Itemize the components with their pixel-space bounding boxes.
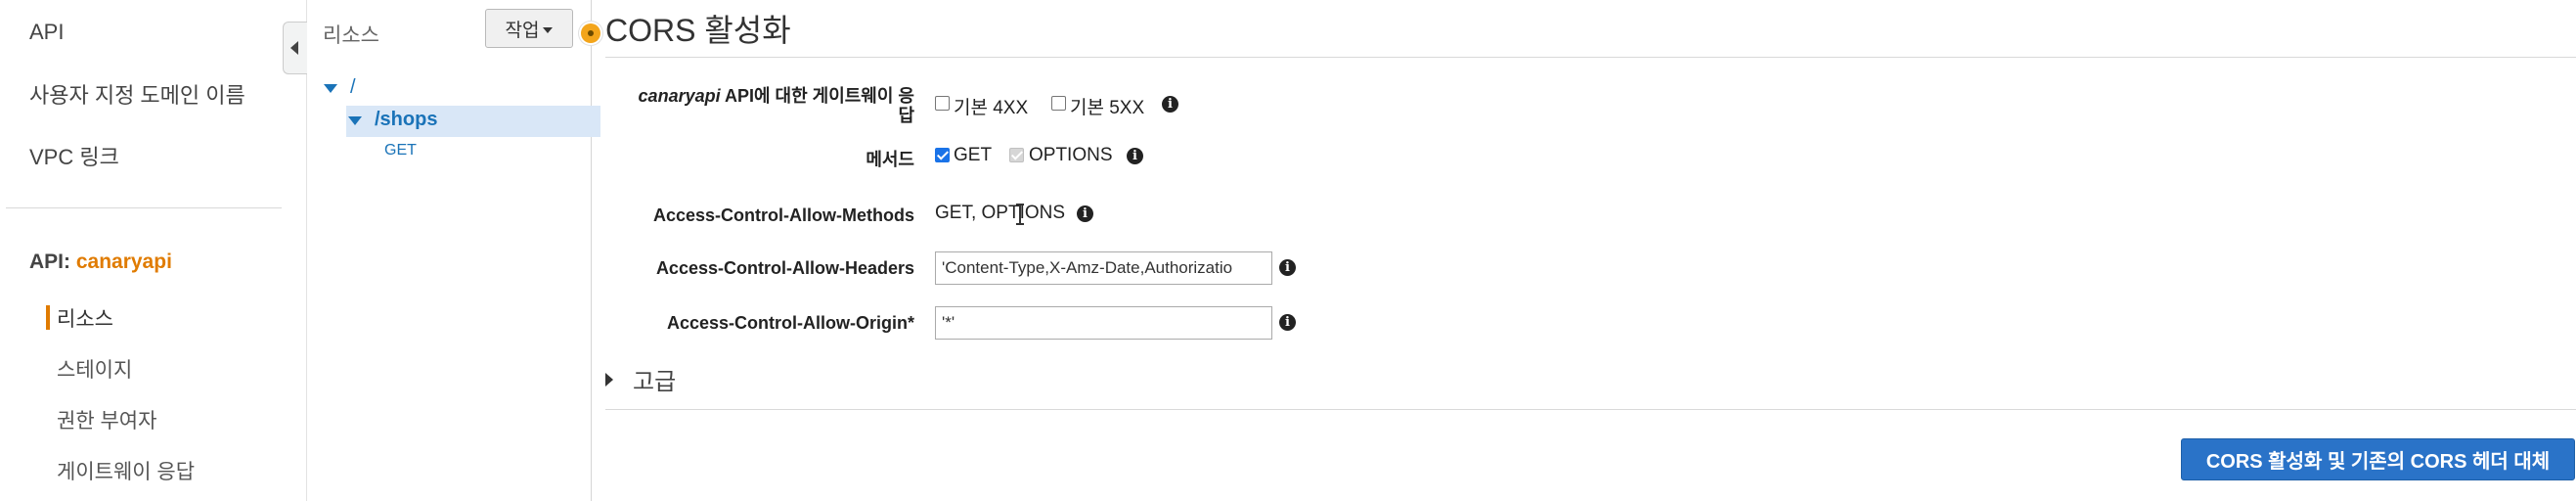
caret-right-icon[interactable] bbox=[605, 373, 613, 387]
info-icon[interactable]: i bbox=[1077, 205, 1093, 222]
resources-title: 리소스 bbox=[323, 24, 379, 47]
allow-origin-input[interactable]: '*' bbox=[935, 306, 1272, 340]
allow-methods-label: Access-Control-Allow-Methods bbox=[652, 205, 914, 225]
default-5xx-label: 기본 5XX bbox=[1070, 98, 1145, 118]
tree-node-root[interactable]: / bbox=[350, 76, 356, 99]
method-get-label: GET bbox=[954, 145, 993, 165]
collapse-left-icon bbox=[290, 41, 298, 55]
info-icon[interactable]: i bbox=[1162, 96, 1178, 113]
allow-methods-value: GET, OPTIONS bbox=[935, 203, 1066, 223]
advanced-toggle[interactable]: 고급 bbox=[633, 362, 676, 396]
text-cursor-icon bbox=[1016, 204, 1024, 225]
default-5xx-checkbox[interactable] bbox=[1051, 96, 1066, 111]
page-title: CORS 활성화 bbox=[605, 13, 791, 48]
api-name[interactable]: canaryapi bbox=[76, 250, 172, 273]
nav-sub-item-stages[interactable]: 스테이지 bbox=[57, 354, 132, 384]
info-icon[interactable]: i bbox=[1127, 148, 1143, 164]
allow-headers-label: Access-Control-Allow-Headers bbox=[655, 258, 914, 278]
caret-down-icon bbox=[543, 27, 554, 34]
tree-node-shops[interactable]: /shops bbox=[375, 109, 437, 131]
enable-cors-button[interactable]: CORS 활성화 및 기존의 CORS 헤더 대체 bbox=[2181, 438, 2575, 480]
gateway-api-name: canaryapi bbox=[638, 86, 721, 106]
collapse-nav-button[interactable] bbox=[283, 22, 307, 74]
nav-link-apis[interactable]: API bbox=[29, 20, 64, 45]
method-options-label: OPTIONS bbox=[1029, 145, 1113, 165]
nav-sub-item-authorizers[interactable]: 권한 부여자 bbox=[57, 405, 156, 434]
caret-down-icon[interactable] bbox=[348, 116, 362, 125]
info-icon[interactable]: i bbox=[1279, 259, 1296, 276]
advanced-divider bbox=[605, 409, 2576, 410]
nav-sub-item-gateway-responses[interactable]: 게이트웨이 응답 bbox=[57, 456, 195, 485]
info-icon[interactable]: i bbox=[1279, 314, 1296, 331]
methods-label: 메서드 bbox=[866, 150, 914, 169]
nav-divider bbox=[6, 207, 282, 208]
caret-down-icon[interactable] bbox=[324, 84, 337, 93]
api-heading: API: canaryapi bbox=[29, 250, 172, 274]
api-heading-label: API: bbox=[29, 250, 70, 273]
method-options-checkbox bbox=[1009, 148, 1024, 162]
main-content: CORS 활성화 canaryapi API에 대한 게이트웨이 응 답 기본 … bbox=[592, 0, 2576, 501]
gateway-label-text-2: 답 bbox=[898, 106, 914, 125]
actions-label: 작업 bbox=[505, 20, 540, 41]
resources-panel: 리소스 작업 / /shops GET bbox=[307, 0, 600, 501]
allow-headers-input[interactable]: 'Content-Type,X-Amz-Date,Authorizatio bbox=[935, 251, 1272, 285]
left-navigation: API 사용자 지정 도메인 이름 VPC 링크 API: canaryapi … bbox=[0, 0, 307, 501]
tree-method-get[interactable]: GET bbox=[384, 142, 417, 159]
default-4xx-label: 기본 4XX bbox=[954, 98, 1029, 118]
nav-link-custom-domain-names[interactable]: 사용자 지정 도메인 이름 bbox=[29, 78, 245, 110]
nav-sub-item-resources[interactable]: 리소스 bbox=[57, 303, 113, 333]
nav-link-vpc-links[interactable]: VPC 링크 bbox=[29, 140, 119, 171]
title-divider bbox=[605, 57, 2576, 58]
gateway-label-text: API에 대한 게이트웨이 응 bbox=[720, 86, 914, 106]
allow-origin-label: Access-Control-Allow-Origin* bbox=[666, 313, 914, 333]
active-indicator-bar bbox=[46, 305, 50, 330]
method-get-checkbox[interactable] bbox=[935, 148, 950, 162]
actions-dropdown-button[interactable]: 작업 bbox=[485, 9, 573, 48]
gateway-responses-label: canaryapi API에 대한 게이트웨이 응 답 bbox=[592, 86, 914, 125]
default-4xx-checkbox[interactable] bbox=[935, 96, 950, 111]
